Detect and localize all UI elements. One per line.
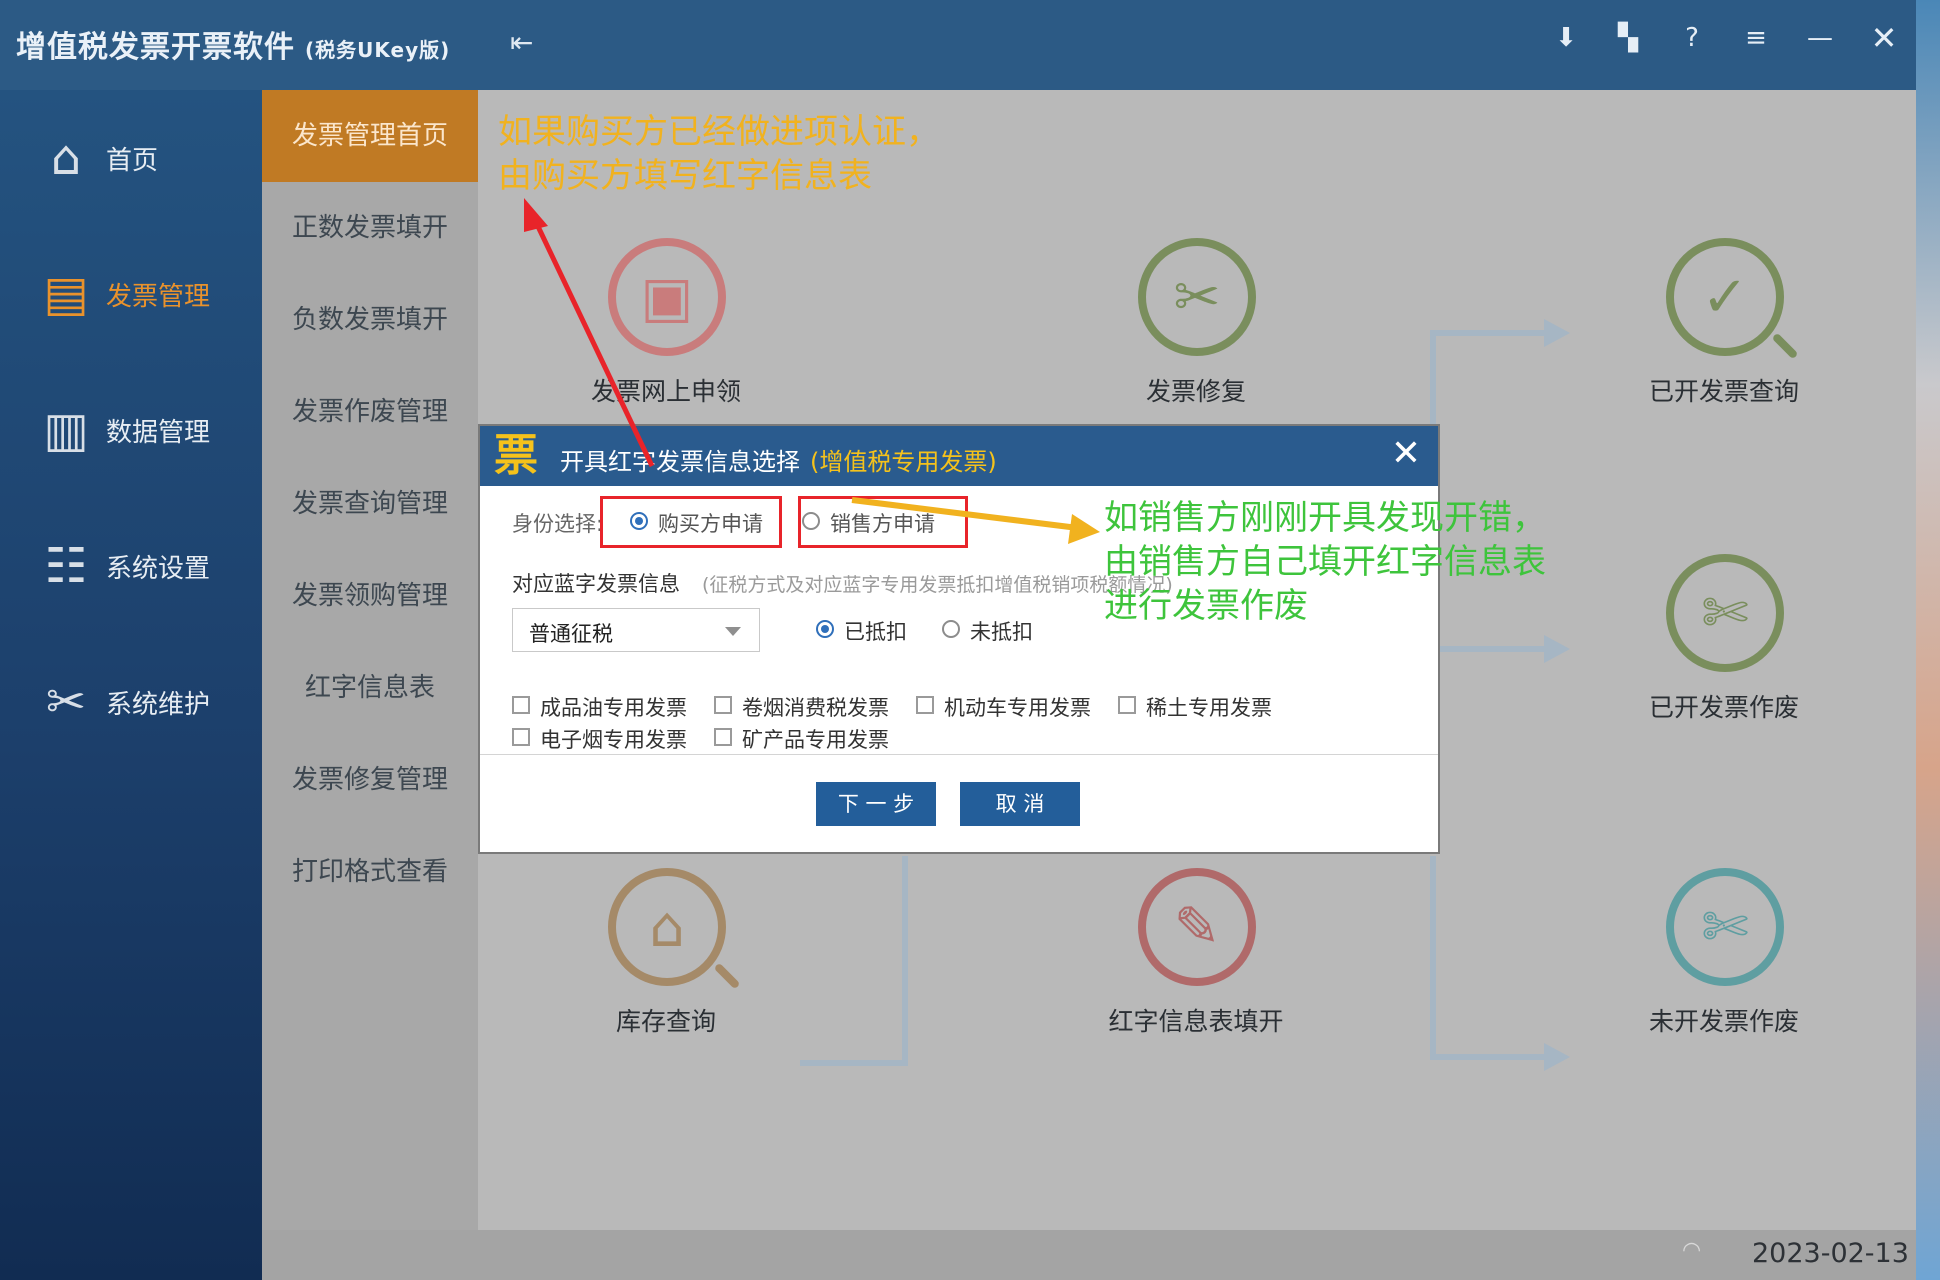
- tools-icon: ✂: [45, 674, 87, 730]
- subnav-item[interactable]: 发票修复管理: [262, 734, 478, 826]
- subnav-item[interactable]: 发票领购管理: [262, 550, 478, 642]
- mineral-label: 矿产品专用发票: [742, 728, 889, 752]
- checkbox-rare-earth[interactable]: [1118, 696, 1136, 714]
- tile-invoice-repair[interactable]: ✂ 发票修复: [1066, 238, 1326, 438]
- cancel-button[interactable]: 取 消: [960, 782, 1080, 826]
- invoice-logo: 票: [494, 430, 538, 481]
- blue-invoice-label: 对应蓝字发票信息: [512, 572, 680, 596]
- flow-line: [1430, 1054, 1550, 1060]
- nav-item-home[interactable]: ⌂ 首页: [0, 106, 262, 206]
- flow-line: [800, 1060, 908, 1066]
- dialog-close-icon[interactable]: ✕: [1386, 434, 1426, 474]
- sliders-icon: ☷: [44, 538, 88, 594]
- flow-arrow: [1544, 635, 1570, 663]
- refined-oil-label: 成品油专用发票: [540, 696, 687, 720]
- subnav-item[interactable]: 正数发票填开: [262, 182, 478, 274]
- deducted-label: 已抵扣: [844, 620, 907, 644]
- bookmark-icon[interactable]: ▚: [1608, 18, 1648, 58]
- flow-line: [1430, 330, 1550, 336]
- blue-invoice-hint: (征税方式及对应蓝字专用发票抵扣增值税销项税额情况): [702, 574, 1173, 596]
- flow-arrow: [1544, 319, 1570, 347]
- flow-line: [1430, 646, 1550, 652]
- buyer-apply-label: 购买方申请: [658, 512, 763, 536]
- tile-unissued-invoice-void[interactable]: ✄ 未开发票作废: [1594, 868, 1854, 1068]
- tools-icon: ✂: [1138, 238, 1256, 356]
- nav-item-invoice-management[interactable]: ▤ 发票管理: [0, 242, 262, 342]
- radio-seller-apply[interactable]: [802, 512, 820, 530]
- tax-method-select[interactable]: 普通征税: [512, 608, 760, 652]
- data-icon: ▥: [43, 402, 89, 458]
- sub-nav: 发票管理首页 正数发票填开 负数发票填开 发票作废管理 发票查询管理 发票领购管…: [262, 90, 478, 1280]
- subnav-item[interactable]: 发票查询管理: [262, 458, 478, 550]
- cut-invoice-icon: ✄: [1666, 554, 1784, 672]
- search-handle: [1771, 332, 1799, 360]
- tile-issued-invoice-query[interactable]: ✓ 已开发票查询: [1594, 238, 1854, 438]
- download-icon[interactable]: ⬇: [1546, 18, 1586, 58]
- cut-invoice-icon: ✄: [1666, 868, 1784, 986]
- chevron-down-icon: [725, 627, 741, 636]
- checkbox-motor-vehicle[interactable]: [916, 696, 934, 714]
- identity-label: 身份选择:: [512, 512, 604, 536]
- subnav-item[interactable]: 发票管理首页: [262, 90, 478, 182]
- dialog-divider: [480, 754, 1438, 755]
- desktop-background-edge: [1916, 0, 1940, 1280]
- flow-line: [1430, 856, 1436, 1060]
- nav-item-system-settings[interactable]: ☷ 系统设置: [0, 514, 262, 614]
- next-button[interactable]: 下 一 步: [816, 782, 936, 826]
- flow-arrow: [1544, 1043, 1570, 1071]
- e-cigarette-label: 电子烟专用发票: [540, 728, 687, 752]
- tile-issued-invoice-void[interactable]: ✄ 已开发票作废: [1594, 554, 1854, 754]
- tile-red-info-fill[interactable]: ✎ 红字信息表填开: [1066, 868, 1326, 1068]
- dialog-title: 开具红字发票信息选择 (增值税专用发票): [560, 448, 997, 476]
- annotation-seller: 如销售方刚刚开具发现开错， 由销售方自己填开红字信息表 进行发票作废: [1104, 498, 1546, 626]
- monitor-icon: ▣: [608, 238, 726, 356]
- warehouse-search-icon: ⌂: [608, 868, 726, 986]
- clipboard-pen-icon: ✎: [1138, 868, 1256, 986]
- tile-inventory-query[interactable]: ⌂ 库存查询: [536, 868, 796, 1068]
- tobacco-excise-label: 卷烟消费税发票: [742, 696, 889, 720]
- collapse-sidebar-icon[interactable]: ⇤: [510, 26, 538, 60]
- not-deducted-label: 未抵扣: [970, 620, 1033, 644]
- checkbox-e-cigarette[interactable]: [512, 728, 530, 746]
- nav-item-system-maintenance[interactable]: ✂ 系统维护: [0, 650, 262, 750]
- nav-item-data-management[interactable]: ▥ 数据管理: [0, 378, 262, 478]
- help-icon[interactable]: ?: [1672, 18, 1712, 58]
- annotation-buyer: 如果购买方已经做进项认证， 由购买方填写红字信息表: [498, 112, 940, 196]
- status-date: 2023-02-13: [1752, 1238, 1909, 1269]
- radio-deducted[interactable]: [816, 620, 834, 638]
- minimize-icon[interactable]: —: [1800, 18, 1840, 58]
- dialog-header: 票 开具红字发票信息选择 (增值税专用发票) ✕: [480, 426, 1438, 486]
- radio-buyer-apply[interactable]: [630, 512, 648, 530]
- red-invoice-dialog: 票 开具红字发票信息选择 (增值税专用发票) ✕ 身份选择: 购买方申请 销售方申…: [478, 424, 1440, 854]
- status-bar: ◠ 2023-02-13: [262, 1230, 1916, 1280]
- flow-line: [902, 856, 908, 1066]
- main-nav: ⌂ 首页 ▤ 发票管理 ▥ 数据管理 ☷ 系统设置 ✂ 系统维护: [0, 90, 262, 1280]
- wifi-icon: ◠: [1682, 1238, 1702, 1263]
- printer-icon: ▤: [43, 266, 89, 322]
- app-window: 增值税发票开票软件 (税务UKey版) ⇤ ⬇ ▚ ? ≡ — ✕ ⌂ 首页 ▤ …: [0, 0, 1916, 1280]
- checkbox-refined-oil[interactable]: [512, 696, 530, 714]
- close-icon[interactable]: ✕: [1864, 18, 1904, 58]
- subnav-item[interactable]: 打印格式查看: [262, 826, 478, 918]
- checkbox-tobacco-excise[interactable]: [714, 696, 732, 714]
- radio-not-deducted[interactable]: [942, 620, 960, 638]
- motor-vehicle-label: 机动车专用发票: [944, 696, 1091, 720]
- menu-icon[interactable]: ≡: [1736, 18, 1776, 58]
- checkbox-mineral[interactable]: [714, 728, 732, 746]
- title-bar: 增值税发票开票软件 (税务UKey版) ⇤ ⬇ ▚ ? ≡ — ✕: [0, 0, 1916, 90]
- home-icon: ⌂: [50, 130, 82, 186]
- subnav-item[interactable]: 发票作废管理: [262, 366, 478, 458]
- rare-earth-label: 稀土专用发票: [1146, 696, 1272, 720]
- subnav-item[interactable]: 负数发票填开: [262, 274, 478, 366]
- tile-online-invoice-apply[interactable]: ▣ 发票网上申领: [536, 238, 796, 438]
- checklist-search-icon: ✓: [1666, 238, 1784, 356]
- search-handle: [713, 962, 741, 990]
- subnav-item[interactable]: 红字信息表: [262, 642, 478, 734]
- app-title: 增值税发票开票软件 (税务UKey版): [16, 30, 451, 65]
- seller-apply-label: 销售方申请: [830, 512, 935, 536]
